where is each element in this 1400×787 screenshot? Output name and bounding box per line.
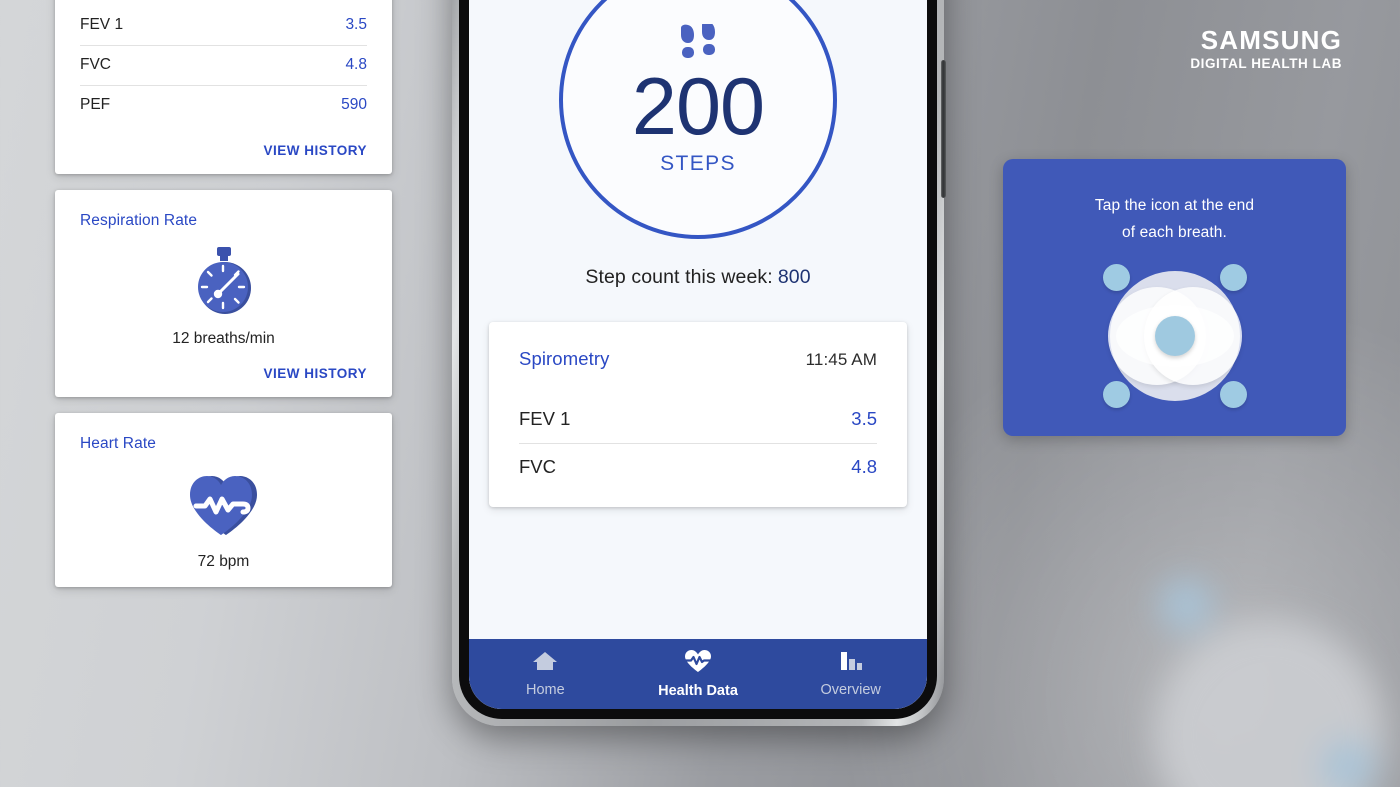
card-respiration-rate: Respiration Rate 12 breaths/min VIEW HIS… — [55, 190, 392, 397]
breath-tap-target[interactable] — [1154, 316, 1195, 357]
view-history-link[interactable]: VIEW HISTORY — [80, 366, 367, 381]
card-title: Spirometry — [519, 348, 610, 369]
card-timestamp: 11:45 AM — [805, 350, 877, 369]
metric-label: FVC — [519, 456, 556, 477]
metric-label: FEV 1 — [519, 408, 571, 429]
metric-card-column: Spirometry 11:45 AM FEV 1 3.5 FVC 4.8 PE… — [55, 0, 392, 603]
nav-item-home[interactable]: Home — [469, 650, 622, 698]
card-title: Heart Rate — [80, 435, 156, 452]
footprints-icon — [677, 21, 719, 67]
table-row: PEF 590 — [80, 86, 367, 125]
brand-tagline: DIGITAL HEALTH LAB — [1190, 56, 1342, 72]
home-icon — [532, 650, 558, 677]
table-row: FEV 1 3.5 — [80, 6, 367, 46]
breath-instruction-card: Tap the icon at the end of each breath. — [1003, 159, 1346, 436]
card-title: Respiration Rate — [80, 212, 198, 229]
card-header: Spirometry 11:45 AM — [519, 348, 877, 370]
background-blurred-breath-icon — [1100, 565, 1400, 787]
metric-value: 4.8 — [851, 456, 877, 477]
bottom-navigation: Home Health Data Overview — [469, 639, 927, 709]
metric-value: 3.5 — [851, 408, 877, 429]
nav-item-overview[interactable]: Overview — [774, 650, 927, 698]
app-content: 200 STEPS Step count this week: 800 Spiro… — [469, 0, 927, 709]
metric-reading: 12 breaths/min — [172, 330, 275, 347]
phone-side-button[interactable] — [941, 60, 946, 198]
bar-chart-icon — [838, 650, 864, 677]
phone-card-spirometry: Spirometry 11:45 AM FEV 1 3.5 FVC 4.8 — [489, 322, 907, 507]
metric-value: 590 — [341, 96, 367, 113]
weekly-step-value: 800 — [777, 266, 811, 288]
stopwatch-icon — [80, 246, 367, 316]
brand-name: SAMSUNG — [1200, 25, 1342, 55]
step-counter-section: 200 STEPS — [469, 0, 927, 239]
step-count-unit: STEPS — [660, 152, 736, 176]
metric-label: FVC — [80, 56, 111, 73]
tip-line-1: Tap the icon at the end — [1094, 197, 1255, 214]
view-history-link[interactable]: VIEW HISTORY — [80, 143, 367, 158]
metric-list: FEV 1 3.5 FVC 4.8 — [519, 396, 877, 491]
table-row: FVC 4.8 — [80, 46, 367, 86]
breath-target-icon[interactable] — [1102, 263, 1248, 409]
weekly-step-summary: Step count this week: 800 — [469, 266, 927, 289]
heart-pulse-icon — [684, 649, 712, 678]
card-header: Heart Rate — [80, 435, 367, 453]
step-count-value: 200 — [631, 61, 765, 152]
metric-list: FEV 1 3.5 FVC 4.8 PEF 590 — [80, 6, 367, 125]
samsung-logo: SAMSUNG DIGITAL HEALTH LAB — [1190, 26, 1342, 71]
card-heart-rate: Heart Rate 72 bpm — [55, 413, 392, 587]
table-row: FEV 1 3.5 — [519, 396, 877, 444]
nav-item-health-data[interactable]: Health Data — [622, 649, 775, 699]
metric-reading: 72 bpm — [197, 553, 250, 570]
phone-mockup: 200 STEPS Step count this week: 800 Spiro… — [452, 0, 946, 726]
card-header: Respiration Rate — [80, 212, 367, 230]
metric-value: 3.5 — [345, 16, 367, 33]
card-spirometry: Spirometry 11:45 AM FEV 1 3.5 FVC 4.8 PE… — [55, 0, 392, 174]
nav-label: Health Data — [658, 683, 738, 699]
tip-line-2: of each breath. — [1122, 223, 1227, 241]
metric-value: 4.8 — [345, 56, 367, 73]
weekly-step-label: Step count this week: — [585, 266, 773, 288]
step-ring: 200 STEPS — [559, 0, 837, 239]
table-row: FVC 4.8 — [519, 444, 877, 491]
phone-screen: 200 STEPS Step count this week: 800 Spiro… — [469, 0, 927, 709]
nav-label: Overview — [820, 682, 881, 698]
nav-label: Home — [525, 682, 565, 698]
metric-label: PEF — [80, 96, 111, 113]
metric-label: FEV 1 — [80, 16, 124, 33]
heart-pulse-icon — [80, 469, 367, 539]
